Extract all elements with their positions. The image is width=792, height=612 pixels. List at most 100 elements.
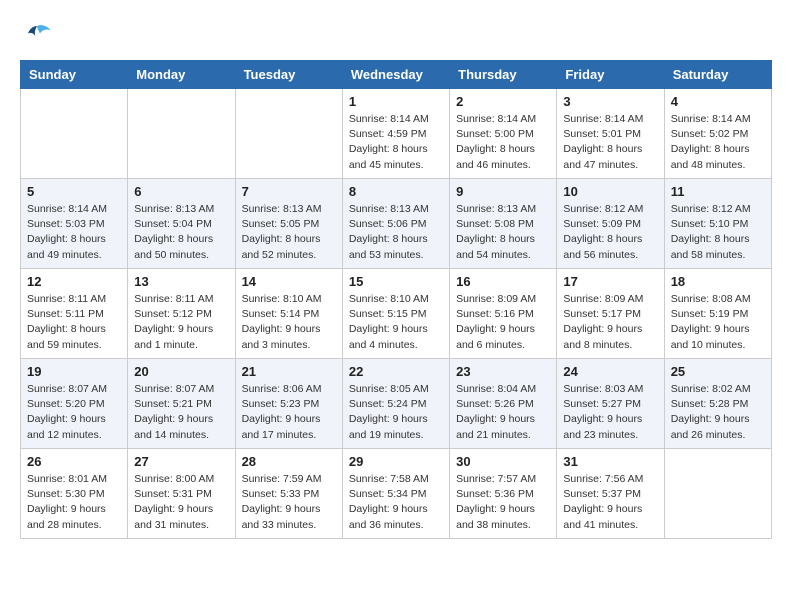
day-info: Sunrise: 8:10 AM Sunset: 5:14 PM Dayligh…: [242, 292, 336, 353]
day-info: Sunrise: 8:12 AM Sunset: 5:10 PM Dayligh…: [671, 202, 765, 263]
day-number: 29: [349, 454, 443, 469]
weekday-header-tuesday: Tuesday: [235, 61, 342, 89]
day-info: Sunrise: 8:12 AM Sunset: 5:09 PM Dayligh…: [563, 202, 657, 263]
calendar-empty-cell: [128, 89, 235, 179]
weekday-header-wednesday: Wednesday: [342, 61, 449, 89]
day-number: 26: [27, 454, 121, 469]
day-info: Sunrise: 7:59 AM Sunset: 5:33 PM Dayligh…: [242, 472, 336, 533]
day-number: 16: [456, 274, 550, 289]
calendar-day-cell: 4 Sunrise: 8:14 AM Sunset: 5:02 PM Daylig…: [664, 89, 771, 179]
calendar-day-cell: 30 Sunrise: 7:57 AM Sunset: 5:36 PM Dayli…: [450, 449, 557, 539]
calendar-day-cell: 15 Sunrise: 8:10 AM Sunset: 5:15 PM Dayli…: [342, 269, 449, 359]
day-info: Sunrise: 8:06 AM Sunset: 5:23 PM Dayligh…: [242, 382, 336, 443]
day-info: Sunrise: 8:13 AM Sunset: 5:06 PM Dayligh…: [349, 202, 443, 263]
page-header: [20, 20, 772, 50]
day-info: Sunrise: 8:05 AM Sunset: 5:24 PM Dayligh…: [349, 382, 443, 443]
day-number: 4: [671, 94, 765, 109]
day-info: Sunrise: 8:00 AM Sunset: 5:31 PM Dayligh…: [134, 472, 228, 533]
day-number: 27: [134, 454, 228, 469]
day-number: 17: [563, 274, 657, 289]
calendar-day-cell: 21 Sunrise: 8:06 AM Sunset: 5:23 PM Dayli…: [235, 359, 342, 449]
day-number: 28: [242, 454, 336, 469]
calendar-empty-cell: [664, 449, 771, 539]
day-info: Sunrise: 7:56 AM Sunset: 5:37 PM Dayligh…: [563, 472, 657, 533]
calendar-day-cell: 20 Sunrise: 8:07 AM Sunset: 5:21 PM Dayli…: [128, 359, 235, 449]
day-info: Sunrise: 8:14 AM Sunset: 4:59 PM Dayligh…: [349, 112, 443, 173]
day-info: Sunrise: 8:08 AM Sunset: 5:19 PM Dayligh…: [671, 292, 765, 353]
day-info: Sunrise: 7:57 AM Sunset: 5:36 PM Dayligh…: [456, 472, 550, 533]
day-number: 3: [563, 94, 657, 109]
calendar-day-cell: 6 Sunrise: 8:13 AM Sunset: 5:04 PM Daylig…: [128, 179, 235, 269]
day-info: Sunrise: 8:02 AM Sunset: 5:28 PM Dayligh…: [671, 382, 765, 443]
calendar-day-cell: 24Sunrise: 8:03 AM Sunset: 5:27 PM Dayli…: [557, 359, 664, 449]
weekday-header-thursday: Thursday: [450, 61, 557, 89]
day-number: 21: [242, 364, 336, 379]
calendar-day-cell: 26 Sunrise: 8:01 AM Sunset: 5:30 PM Dayli…: [21, 449, 128, 539]
day-number: 31: [563, 454, 657, 469]
calendar-empty-cell: [235, 89, 342, 179]
day-info: Sunrise: 7:58 AM Sunset: 5:34 PM Dayligh…: [349, 472, 443, 533]
day-info: Sunrise: 8:13 AM Sunset: 5:04 PM Dayligh…: [134, 202, 228, 263]
calendar-day-cell: 2 Sunrise: 8:14 AM Sunset: 5:00 PM Daylig…: [450, 89, 557, 179]
day-number: 9: [456, 184, 550, 199]
calendar-day-cell: 11 Sunrise: 8:12 AM Sunset: 5:10 PM Dayli…: [664, 179, 771, 269]
calendar-day-cell: 5 Sunrise: 8:14 AM Sunset: 5:03 PM Daylig…: [21, 179, 128, 269]
day-info: Sunrise: 8:09 AM Sunset: 5:17 PM Dayligh…: [563, 292, 657, 353]
day-info: Sunrise: 8:03 AM Sunset: 5:27 PM Dayligh…: [563, 382, 657, 443]
calendar-day-cell: 1Sunrise: 8:14 AM Sunset: 4:59 PM Daylig…: [342, 89, 449, 179]
day-info: Sunrise: 8:04 AM Sunset: 5:26 PM Dayligh…: [456, 382, 550, 443]
calendar-week-row: 26 Sunrise: 8:01 AM Sunset: 5:30 PM Dayli…: [21, 449, 772, 539]
day-info: Sunrise: 8:14 AM Sunset: 5:00 PM Dayligh…: [456, 112, 550, 173]
day-number: 2: [456, 94, 550, 109]
calendar-day-cell: 18 Sunrise: 8:08 AM Sunset: 5:19 PM Dayli…: [664, 269, 771, 359]
day-number: 30: [456, 454, 550, 469]
weekday-header-row: SundayMondayTuesdayWednesdayThursdayFrid…: [21, 61, 772, 89]
day-number: 19: [27, 364, 121, 379]
day-number: 8: [349, 184, 443, 199]
calendar-day-cell: 29 Sunrise: 7:58 AM Sunset: 5:34 PM Dayli…: [342, 449, 449, 539]
day-info: Sunrise: 8:07 AM Sunset: 5:20 PM Dayligh…: [27, 382, 121, 443]
day-number: 14: [242, 274, 336, 289]
day-info: Sunrise: 8:13 AM Sunset: 5:05 PM Dayligh…: [242, 202, 336, 263]
day-number: 18: [671, 274, 765, 289]
day-number: 5: [27, 184, 121, 199]
day-info: Sunrise: 8:11 AM Sunset: 5:12 PM Dayligh…: [134, 292, 228, 353]
day-info: Sunrise: 8:07 AM Sunset: 5:21 PM Dayligh…: [134, 382, 228, 443]
calendar-day-cell: 19 Sunrise: 8:07 AM Sunset: 5:20 PM Dayli…: [21, 359, 128, 449]
day-number: 22: [349, 364, 443, 379]
day-number: 6: [134, 184, 228, 199]
logo: [20, 20, 52, 50]
weekday-header-friday: Friday: [557, 61, 664, 89]
calendar-day-cell: 3 Sunrise: 8:14 AM Sunset: 5:01 PM Daylig…: [557, 89, 664, 179]
calendar-day-cell: 22 Sunrise: 8:05 AM Sunset: 5:24 PM Dayli…: [342, 359, 449, 449]
calendar-day-cell: 12 Sunrise: 8:11 AM Sunset: 5:11 PM Dayli…: [21, 269, 128, 359]
day-number: 15: [349, 274, 443, 289]
calendar-week-row: 19 Sunrise: 8:07 AM Sunset: 5:20 PM Dayli…: [21, 359, 772, 449]
day-number: 20: [134, 364, 228, 379]
calendar-day-cell: 27 Sunrise: 8:00 AM Sunset: 5:31 PM Dayli…: [128, 449, 235, 539]
calendar-day-cell: 28 Sunrise: 7:59 AM Sunset: 5:33 PM Dayli…: [235, 449, 342, 539]
day-number: 12: [27, 274, 121, 289]
weekday-header-saturday: Saturday: [664, 61, 771, 89]
day-info: Sunrise: 8:09 AM Sunset: 5:16 PM Dayligh…: [456, 292, 550, 353]
day-info: Sunrise: 8:11 AM Sunset: 5:11 PM Dayligh…: [27, 292, 121, 353]
day-number: 7: [242, 184, 336, 199]
day-info: Sunrise: 8:14 AM Sunset: 5:02 PM Dayligh…: [671, 112, 765, 173]
day-info: Sunrise: 8:14 AM Sunset: 5:01 PM Dayligh…: [563, 112, 657, 173]
calendar-day-cell: 17 Sunrise: 8:09 AM Sunset: 5:17 PM Dayli…: [557, 269, 664, 359]
day-info: Sunrise: 8:14 AM Sunset: 5:03 PM Dayligh…: [27, 202, 121, 263]
calendar-day-cell: 23 Sunrise: 8:04 AM Sunset: 5:26 PM Dayli…: [450, 359, 557, 449]
logo-bird-icon: [22, 20, 52, 50]
day-info: Sunrise: 8:13 AM Sunset: 5:08 PM Dayligh…: [456, 202, 550, 263]
calendar-week-row: 1Sunrise: 8:14 AM Sunset: 4:59 PM Daylig…: [21, 89, 772, 179]
day-info: Sunrise: 8:01 AM Sunset: 5:30 PM Dayligh…: [27, 472, 121, 533]
calendar-empty-cell: [21, 89, 128, 179]
calendar-day-cell: 16 Sunrise: 8:09 AM Sunset: 5:16 PM Dayli…: [450, 269, 557, 359]
weekday-header-monday: Monday: [128, 61, 235, 89]
calendar-day-cell: 13Sunrise: 8:11 AM Sunset: 5:12 PM Dayli…: [128, 269, 235, 359]
calendar-day-cell: 8 Sunrise: 8:13 AM Sunset: 5:06 PM Daylig…: [342, 179, 449, 269]
day-number: 10: [563, 184, 657, 199]
day-number: 23: [456, 364, 550, 379]
day-number: 11: [671, 184, 765, 199]
day-info: Sunrise: 8:10 AM Sunset: 5:15 PM Dayligh…: [349, 292, 443, 353]
